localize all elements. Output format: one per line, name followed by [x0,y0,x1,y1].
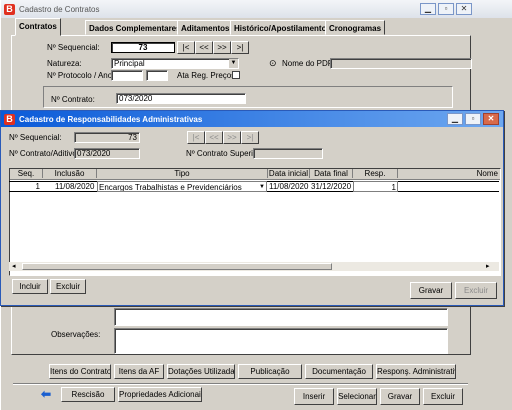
contracts-titlebar: B Cadastro de Contratos ▁ ▫ ✕ [1,0,512,18]
col-resp: Resp. [353,169,398,178]
back-arrow-icon[interactable]: ⬅ [41,388,51,400]
dotacoes-button[interactable]: Dotações Utilizadas [167,364,235,379]
app-logo-icon: B [4,3,15,15]
col-data-inicial: Data inicial [268,169,310,178]
dialog-seq-input: 73 [74,132,140,143]
cell-inclusao[interactable]: 11/08/2020 [54,181,98,192]
dialog-maximize-button[interactable]: ▫ [465,113,481,125]
upper-memo[interactable] [114,308,448,326]
ata-checkbox[interactable] [232,71,240,79]
dialog-nav-next-button[interactable]: >> [223,131,241,144]
dialog-excluir2-button[interactable]: Excluir [455,282,497,299]
dialog-nav-first-button[interactable]: |< [187,131,205,144]
pdf-input[interactable] [330,58,472,69]
dialog-contrato-input: 073/2020 [74,148,140,159]
gravar-button[interactable]: Gravar [380,388,420,405]
col-seq: Seq. [10,169,43,178]
attach-icon[interactable]: ⊙ [269,58,277,69]
ano-input[interactable] [146,70,168,81]
separator [13,383,468,385]
cell-seq: 1 [35,182,40,191]
responsabilidades-dialog: B Cadastro de Responsabilidades Administ… [0,110,504,306]
dialog-superior-label: Nº Contrato Superior: [186,149,263,158]
tab-dados-complementares[interactable]: Dados Complementares [85,20,185,35]
tab-historico[interactable]: Histórico/Apostilamento [230,20,331,35]
cell-data-final[interactable]: 31/12/2020 [310,181,353,192]
nav-first-button[interactable]: |< [177,41,195,54]
rescisao-button[interactable]: Rescisão [61,387,115,402]
cell-data-inicial[interactable]: 11/08/2020 [268,181,310,192]
publicacao-button[interactable]: Publicação [238,364,302,379]
nav-last-button[interactable]: >| [231,41,249,54]
itens-contrato-button[interactable]: Itens do Contrato [49,364,111,379]
resp-administrativa-button[interactable]: Responş. Administrativa [376,364,456,379]
tab-contratos[interactable]: Contratos [15,18,61,36]
dialog-close-button[interactable]: ✕ [483,113,499,125]
propriedades-button[interactable]: Propriedades Adicionais [118,387,202,402]
seq-input[interactable]: 73 [111,42,175,53]
protocolo-label: Nº Protocolo / Ano: [47,71,115,80]
tab-aditamentos[interactable]: Aditamentos [177,20,234,35]
pdf-label: Nome do PDF: [282,59,335,68]
dialog-gravar-button[interactable]: Gravar [410,282,452,299]
tipo-dropdown-icon[interactable]: ▼ [259,182,265,191]
contrato-input[interactable]: 073/2020 [116,93,246,104]
observacoes-label: Observações: [51,330,101,339]
contrato-group [43,86,453,108]
cell-nome[interactable] [398,181,498,192]
dialog-nav-prev-button[interactable]: << [205,131,223,144]
dialog-superior-input [253,148,323,159]
chevron-down-icon[interactable]: ▼ [229,59,238,68]
protocolo-input[interactable] [111,70,143,81]
observacoes-input[interactable] [114,328,448,354]
col-inclusao: Inclusão [43,169,97,178]
dialog-contrato-label: Nº Contrato/Aditivo: [9,149,80,158]
natureza-label: Natureza: [47,59,82,68]
dialog-nav-last-button[interactable]: >| [241,131,259,144]
scroll-left-icon[interactable]: ◂ [12,262,16,271]
close-button[interactable]: ✕ [456,3,472,15]
dialog-titlebar: B Cadastro de Responsabilidades Administ… [1,111,503,127]
ata-label: Ata Reg. Preços [177,71,236,80]
col-data-final: Data final [310,169,353,178]
tab-cronogramas[interactable]: Cronogramas [325,20,386,35]
selecionar-button[interactable]: Selecionar [337,388,377,405]
nav-next-button[interactable]: >> [213,41,231,54]
scroll-thumb[interactable] [22,263,332,270]
dialog-seq-label: Nº Sequencial: [9,133,62,142]
inserir-button[interactable]: Inserir [294,388,334,405]
minimize-button[interactable]: ▁ [420,3,436,15]
documentacao-button[interactable]: Documentação [305,364,373,379]
incluir-button[interactable]: Incluir [12,279,48,294]
contrato-label: Nº Contrato: [51,95,95,104]
nav-prev-button[interactable]: << [195,41,213,54]
natureza-select[interactable]: Principal [111,58,239,69]
window-title: Cadastro de Contratos [19,4,100,14]
cell-tipo[interactable]: Encargos Trabalhistas e Previdenciários … [97,181,267,192]
seq-label: Nº Sequencial: [47,43,100,52]
dialog-title: Cadastro de Responsabilidades Administra… [19,114,203,124]
itens-af-button[interactable]: Itens da AF [114,364,164,379]
excluir-button[interactable]: Excluir [423,388,463,405]
col-nome: Nome [476,169,498,178]
col-tipo: Tipo [97,169,268,178]
maximize-button[interactable]: ▫ [438,3,454,15]
dialog-excluir-button[interactable]: Excluir [50,279,86,294]
cell-resp[interactable]: 1 [353,181,398,192]
dialog-minimize-button[interactable]: ▁ [447,113,463,125]
dialog-logo-icon: B [4,113,15,125]
scroll-right-icon[interactable]: ▸ [486,262,490,271]
